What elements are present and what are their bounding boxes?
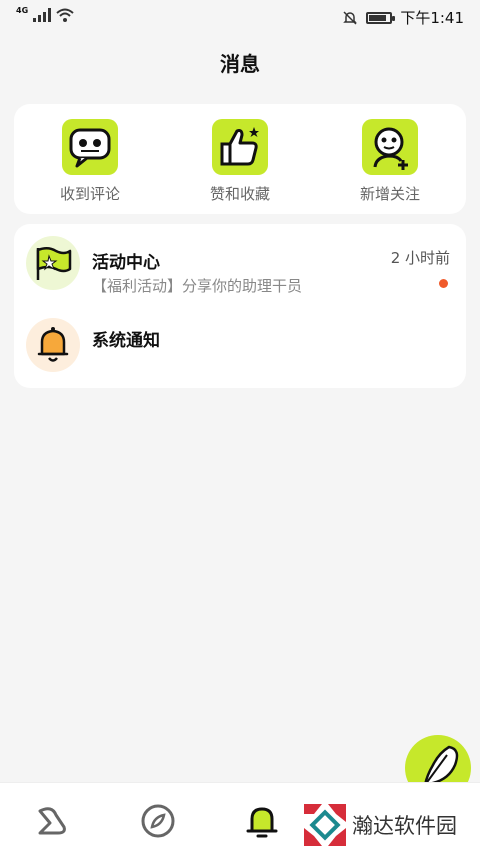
message-time: 2 小时前 [390, 249, 450, 267]
battery-icon [366, 11, 396, 24]
add-follower-icon [362, 119, 418, 175]
page-title: 消息 [220, 52, 260, 76]
quick-actions-card: 收到评论 赞和收藏 新增关注 [14, 104, 466, 214]
message-row-activity-center[interactable]: 活动中心 【福利活动】分享你的助理干员 2 小时前 [14, 230, 466, 300]
quick-action-comments[interactable]: 收到评论 [35, 119, 145, 204]
status-bar-left: 4G [16, 5, 74, 22]
quick-action-likes[interactable]: 赞和收藏 [185, 119, 295, 204]
status-bar-right: 下午1:41 [342, 7, 464, 28]
compass-icon [141, 804, 175, 838]
wifi-icon [56, 8, 74, 22]
message-preview: 【福利活动】分享你的助理干员 [92, 277, 303, 295]
watermark-logo [304, 804, 346, 846]
quick-action-follows[interactable]: 新增关注 [335, 119, 445, 204]
tab-discover[interactable] [138, 801, 178, 841]
quick-action-label: 新增关注 [359, 185, 420, 203]
watermark-text: 瀚达软件园 [352, 814, 457, 838]
tab-home[interactable] [32, 801, 72, 841]
quick-action-label: 赞和收藏 [209, 185, 270, 203]
bell-icon [246, 807, 278, 838]
tab-messages[interactable] [242, 801, 282, 841]
watermark: 瀚达软件园 [302, 800, 472, 850]
thumbs-up-icon [212, 119, 268, 175]
mute-bell-icon [343, 10, 358, 25]
unread-dot [439, 279, 448, 288]
comment-robot-icon [62, 119, 118, 175]
network-type: 4G [16, 5, 29, 15]
message-title: 系统通知 [92, 331, 160, 351]
message-title: 活动中心 [92, 253, 160, 273]
message-row-system-notice[interactable]: 系统通知 [14, 310, 466, 380]
status-bar: 4G 下午1:41 [0, 0, 480, 34]
bell-icon [26, 318, 80, 372]
quick-action-label: 收到评论 [59, 185, 120, 203]
message-list-card: 活动中心 【福利活动】分享你的助理干员 2 小时前 系统通知 [14, 224, 466, 388]
clock: 下午1:41 [400, 9, 464, 27]
home-icon [38, 807, 66, 835]
flag-icon [26, 236, 80, 290]
signal-icon [33, 8, 52, 22]
